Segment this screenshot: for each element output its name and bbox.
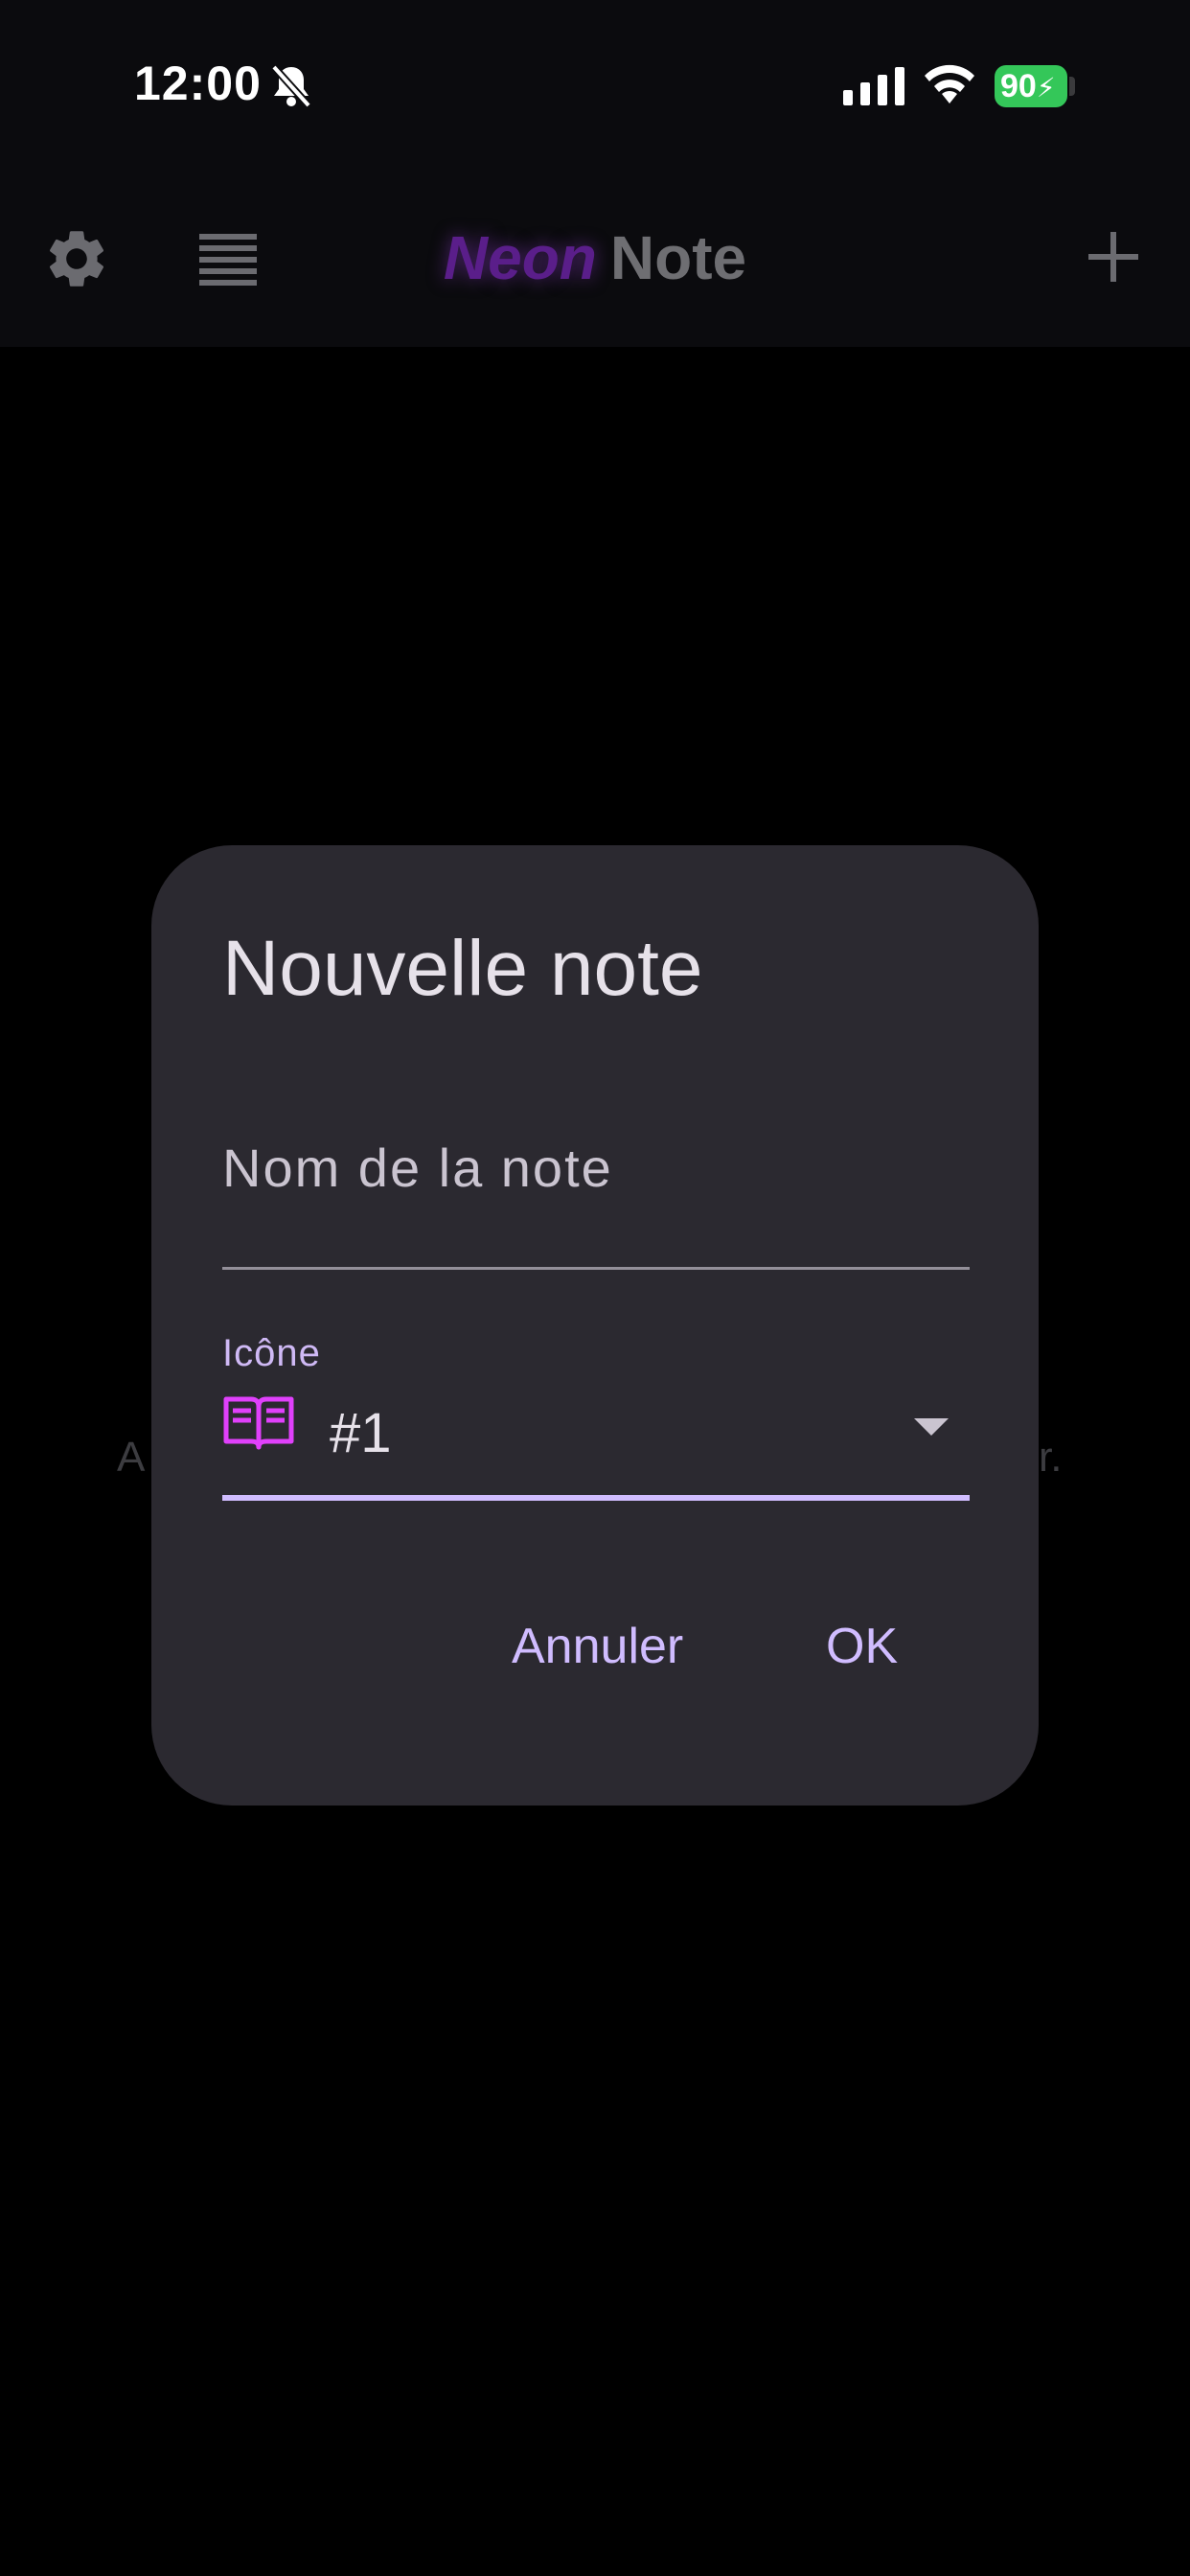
ok-button[interactable]: OK — [826, 1618, 898, 1675]
icon-select[interactable]: #1 — [222, 1392, 970, 1497]
app-title-note: Note — [609, 223, 747, 292]
app-title-neon: Neon — [443, 223, 597, 292]
app-title: Neon Note — [0, 222, 1190, 293]
status-bar: 12:00 90⚡ — [0, 0, 1190, 172]
book-icon — [223, 1396, 294, 1450]
new-note-dialog: Nouvelle note Icône #1 Annuler OK — [151, 845, 1039, 1806]
bell-muted-icon — [271, 64, 311, 108]
icon-select-value: #1 — [330, 1402, 392, 1464]
add-icon[interactable] — [1087, 230, 1140, 284]
icon-field-label: Icône — [222, 1332, 321, 1374]
note-name-underline — [222, 1267, 970, 1270]
battery-indicator: 90⚡ — [995, 65, 1067, 107]
dialog-title: Nouvelle note — [222, 925, 703, 1012]
dropdown-arrow-icon — [914, 1418, 949, 1436]
app-bar: Neon Note — [0, 172, 1190, 347]
cancel-button[interactable]: Annuler — [512, 1618, 683, 1675]
battery-nub — [1069, 77, 1075, 96]
empty-state-hint-left: A — [117, 1434, 146, 1481]
charging-bolt-icon: ⚡ — [1036, 73, 1056, 103]
status-time: 12:00 — [134, 57, 262, 110]
cellular-signal-icon — [843, 67, 904, 105]
wifi-icon — [925, 64, 974, 104]
battery-level: 90 — [1000, 68, 1037, 104]
icon-select-underline — [222, 1495, 970, 1501]
note-name-input[interactable] — [222, 1133, 970, 1202]
empty-state-hint-right: r. — [1039, 1434, 1063, 1481]
